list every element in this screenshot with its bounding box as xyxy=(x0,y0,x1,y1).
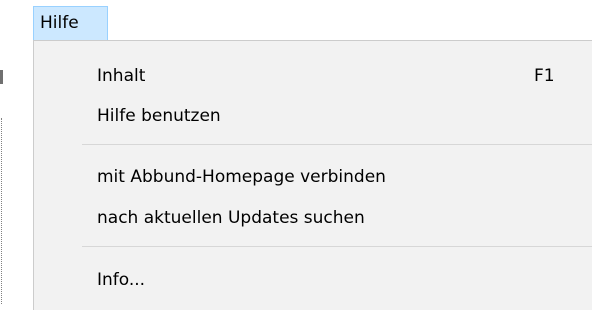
menu-item-info[interactable]: Info... xyxy=(34,260,592,300)
menu-item-label: Inhalt xyxy=(97,66,146,86)
menu-item-updates-suchen[interactable]: nach aktuellen Updates suchen xyxy=(34,198,592,238)
menu-bar: Hilfe xyxy=(0,0,592,40)
left-edge-dotted-border xyxy=(1,118,3,304)
menu-item-abbund-homepage[interactable]: mit Abbund-Homepage verbinden xyxy=(34,157,592,197)
menu-separator xyxy=(82,144,592,145)
help-dropdown-menu: Inhalt F1 Hilfe benutzen mit Abbund-Home… xyxy=(33,40,592,310)
menu-item-inhalt[interactable]: Inhalt F1 xyxy=(34,56,592,96)
menu-item-label: nach aktuellen Updates suchen xyxy=(97,208,365,228)
menu-item-label: Info... xyxy=(97,270,146,290)
menu-item-shortcut: F1 xyxy=(534,66,555,86)
menu-item-label: Hilfe benutzen xyxy=(97,106,221,126)
menu-separator xyxy=(82,246,592,247)
menu-item-label: mit Abbund-Homepage verbinden xyxy=(97,167,386,187)
left-edge-mark xyxy=(0,70,3,84)
menu-hilfe[interactable]: Hilfe xyxy=(33,6,108,40)
menu-item-hilfe-benutzen[interactable]: Hilfe benutzen xyxy=(34,96,592,136)
menu-hilfe-label: Hilfe xyxy=(40,13,79,33)
